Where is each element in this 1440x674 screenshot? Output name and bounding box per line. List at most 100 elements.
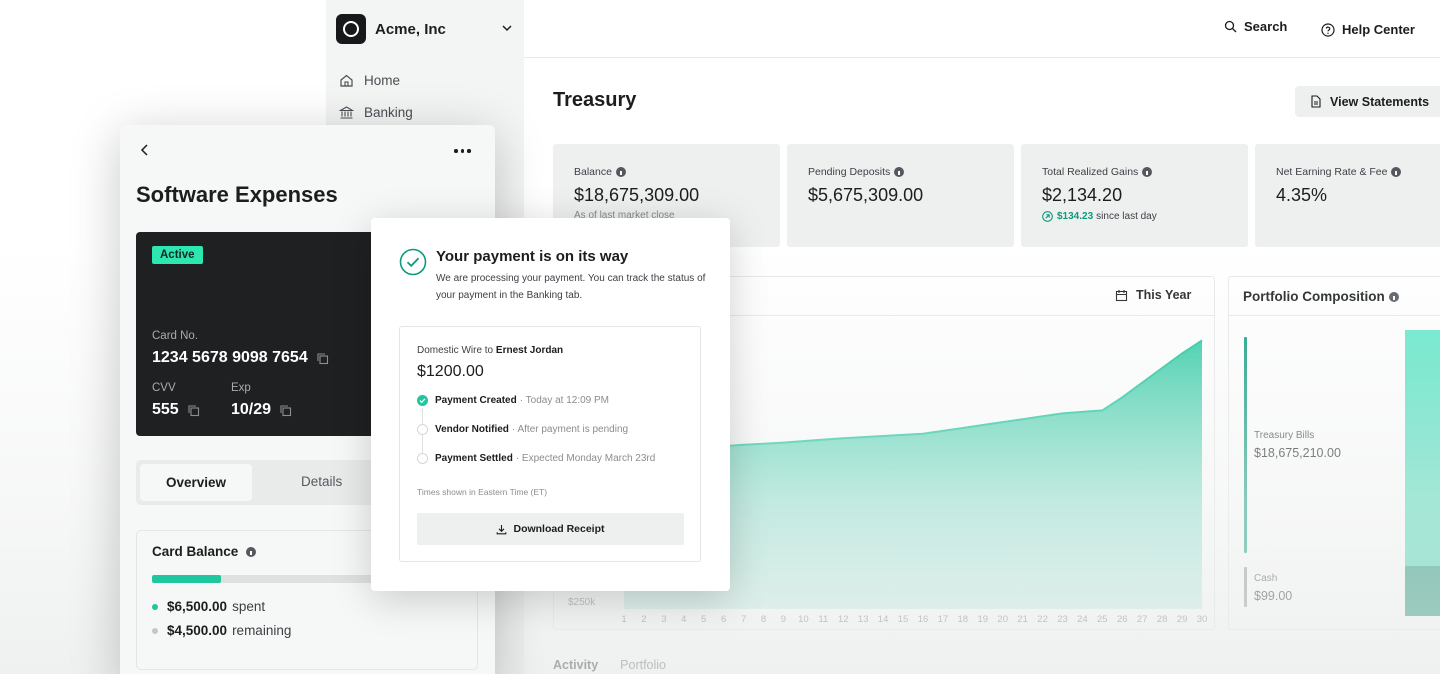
step-label: Vendor Notified bbox=[435, 424, 509, 435]
info-icon[interactable] bbox=[1391, 167, 1402, 177]
info-icon[interactable] bbox=[1388, 291, 1399, 302]
help-center-button[interactable]: Help Center bbox=[1321, 22, 1415, 37]
stat-label: Total Realized Gains bbox=[1042, 166, 1139, 178]
portfolio-item-label: Cash bbox=[1254, 573, 1278, 584]
cvv: 555 bbox=[152, 401, 200, 419]
modal-title: Your payment is on its way bbox=[436, 248, 629, 265]
home-icon bbox=[340, 74, 353, 87]
sidebar-item-banking[interactable]: Banking bbox=[339, 102, 413, 122]
portfolio-item-value: $18,675,210.00 bbox=[1254, 446, 1341, 460]
tab-activity[interactable]: Activity bbox=[553, 658, 598, 672]
card-panel-title: Software Expenses bbox=[136, 182, 338, 207]
payment-amount: $1200.00 bbox=[417, 363, 484, 380]
x-tick-label: 1 bbox=[621, 614, 626, 625]
gain-suffix: since last day bbox=[1096, 211, 1157, 222]
stat-label: Balance bbox=[574, 166, 612, 178]
help-icon bbox=[1321, 22, 1335, 37]
x-tick-label: 3 bbox=[661, 614, 666, 625]
debit-card: Active Card No. 1234 5678 9098 7654 CVV … bbox=[136, 232, 406, 436]
search-button[interactable]: Search bbox=[1224, 19, 1287, 34]
cvv-value: 555 bbox=[152, 401, 179, 418]
y-tick-label: $250k bbox=[568, 597, 596, 608]
step-detail: · Today at 12:09 PM bbox=[519, 395, 610, 406]
remaining-amount: $4,500.00 bbox=[167, 623, 228, 638]
timeline-step: Vendor Notified · After payment is pendi… bbox=[417, 424, 628, 435]
x-tick-label: 25 bbox=[1097, 614, 1108, 625]
x-tick-label: 7 bbox=[741, 614, 746, 625]
x-tick-label: 26 bbox=[1117, 614, 1128, 625]
sidebar-item-label: Home bbox=[364, 72, 401, 88]
copy-icon[interactable] bbox=[316, 352, 329, 365]
panel-title: Portfolio Composition bbox=[1243, 289, 1385, 304]
x-tick-label: 30 bbox=[1197, 614, 1208, 625]
card-number: 1234 5678 9098 7654 bbox=[152, 349, 329, 367]
spent-row: $6,500.00 spent bbox=[152, 599, 265, 614]
help-center-label: Help Center bbox=[1342, 22, 1415, 37]
cash-indicator bbox=[1244, 567, 1247, 607]
chevron-down-icon[interactable] bbox=[500, 21, 514, 35]
x-tick-label: 27 bbox=[1137, 614, 1148, 625]
exp: 10/29 bbox=[231, 401, 292, 419]
stat-value: $5,675,309.00 bbox=[808, 185, 924, 205]
portfolio-composition-panel: Portfolio Composition Treasury Bills $18… bbox=[1228, 276, 1440, 630]
view-statements-button[interactable]: View Statements bbox=[1295, 86, 1440, 117]
cvv-label: CVV bbox=[152, 382, 176, 394]
tab-overview[interactable]: Overview bbox=[140, 464, 252, 501]
org-switcher[interactable]: Acme, Inc bbox=[336, 13, 516, 45]
x-tick-label: 19 bbox=[978, 614, 989, 625]
step-label: Payment Settled bbox=[435, 453, 513, 464]
search-icon bbox=[1224, 20, 1237, 33]
payment-details-box: Domestic Wire to Ernest Jordan $1200.00 … bbox=[399, 326, 701, 562]
info-icon[interactable] bbox=[894, 167, 905, 177]
divider bbox=[1229, 315, 1440, 316]
spent-amount: $6,500.00 bbox=[167, 599, 228, 614]
x-tick-label: 9 bbox=[781, 614, 786, 625]
treasury-bills-indicator bbox=[1244, 337, 1247, 553]
remaining-row: $4,500.00 remaining bbox=[152, 623, 291, 638]
stat-label: Pending Deposits bbox=[808, 166, 891, 178]
x-tick-label: 12 bbox=[838, 614, 849, 625]
exp-value: 10/29 bbox=[231, 401, 272, 418]
x-tick-label: 20 bbox=[997, 614, 1008, 625]
timeline-step: Payment Settled · Expected Monday March … bbox=[417, 453, 655, 464]
check-circle-icon bbox=[399, 248, 427, 276]
spent-dot bbox=[152, 603, 158, 610]
balance-progress-bar bbox=[152, 575, 382, 583]
x-tick-label: 23 bbox=[1057, 614, 1068, 625]
tab-details[interactable]: Details bbox=[301, 474, 342, 489]
transfer-description: Domestic Wire to Ernest Jordan bbox=[417, 345, 563, 356]
download-receipt-button[interactable]: Download Receipt bbox=[417, 513, 684, 545]
stat-label: Net Earning Rate & Fee bbox=[1276, 166, 1388, 178]
stat-card-realized-gains: Total Realized Gains $2,134.20 $134.23 s… bbox=[1021, 144, 1248, 247]
info-icon[interactable] bbox=[1142, 167, 1153, 177]
info-icon[interactable] bbox=[615, 167, 626, 177]
bottom-tabs: Activity Portfolio bbox=[553, 658, 666, 672]
gain-value: $134.23 bbox=[1057, 211, 1094, 222]
copy-icon[interactable] bbox=[279, 404, 292, 417]
top-bar: Search Help Center bbox=[524, 0, 1440, 58]
payment-confirmation-modal: Your payment is on its way We are proces… bbox=[371, 218, 730, 591]
tab-portfolio[interactable]: Portfolio bbox=[620, 658, 666, 672]
stat-value: 4.35% bbox=[1276, 185, 1328, 205]
gain-indicator: $134.23 since last day bbox=[1042, 211, 1248, 222]
x-tick-label: 2 bbox=[641, 614, 646, 625]
back-arrow-icon[interactable] bbox=[138, 143, 152, 157]
download-icon bbox=[497, 524, 507, 534]
copy-icon[interactable] bbox=[187, 404, 200, 417]
spent-label: spent bbox=[232, 599, 266, 614]
more-options-icon[interactable] bbox=[454, 149, 474, 153]
x-tick-label: 29 bbox=[1177, 614, 1188, 625]
view-statements-label: View Statements bbox=[1330, 94, 1430, 109]
portfolio-item-label: Treasury Bills bbox=[1254, 430, 1315, 441]
x-tick-label: 28 bbox=[1157, 614, 1168, 625]
x-tick-label: 14 bbox=[878, 614, 889, 625]
info-icon[interactable] bbox=[246, 546, 257, 557]
recipient-name: Ernest Jordan bbox=[495, 345, 564, 356]
x-tick-label: 4 bbox=[681, 614, 686, 625]
status-badge: Active bbox=[152, 246, 203, 264]
page-title: Treasury bbox=[553, 89, 637, 111]
x-tick-label: 10 bbox=[798, 614, 809, 625]
bank-icon bbox=[339, 105, 354, 119]
remaining-dot bbox=[152, 627, 158, 634]
sidebar-item-home[interactable]: Home bbox=[339, 70, 400, 90]
